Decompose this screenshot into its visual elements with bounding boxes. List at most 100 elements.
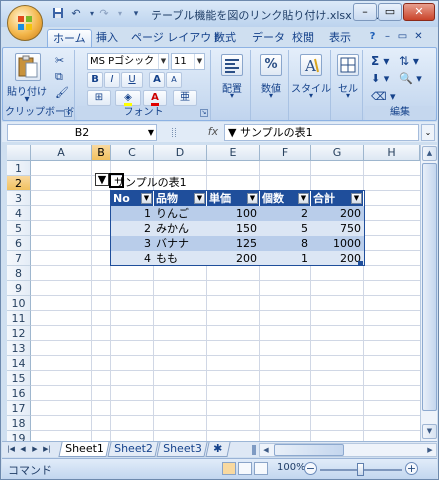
insert-sheet-button[interactable]: ✱ <box>205 442 231 457</box>
redo-icon[interactable]: ↷ <box>97 7 111 21</box>
column-header[interactable]: D <box>154 145 207 161</box>
next-sheet-icon[interactable]: ▶ <box>30 444 40 455</box>
column-header[interactable]: H <box>364 145 420 161</box>
sheet-tab-sheet3[interactable]: Sheet3 <box>156 442 208 457</box>
close-button[interactable]: ✕ <box>403 3 435 21</box>
customize-qat-icon[interactable]: ▾ <box>129 7 143 21</box>
help-icon[interactable]: ? <box>367 31 378 43</box>
column-header[interactable]: A <box>31 145 92 161</box>
number-format-icon[interactable]: % <box>260 54 282 76</box>
sheet-tab-sheet1[interactable]: Sheet1 <box>58 442 110 457</box>
horizontal-scrollbar[interactable]: ◀ ▶ <box>259 443 437 457</box>
alignment-icon[interactable] <box>221 54 243 76</box>
column-header[interactable]: F <box>260 145 311 161</box>
page-layout-view-icon[interactable] <box>238 462 252 475</box>
formula-input[interactable]: ▼ サンプルの表1 <box>224 124 419 141</box>
find-select-icon[interactable]: 🔍 ▾ <box>399 72 422 85</box>
row-header[interactable]: 15 <box>7 371 31 386</box>
tab-home[interactable]: ホーム <box>47 29 92 47</box>
row-header[interactable]: 11 <box>7 311 31 326</box>
workbook-minimize-button[interactable]: – <box>382 31 393 43</box>
scroll-down-icon[interactable]: ▼ <box>422 424 437 439</box>
cut-icon[interactable]: ✂ <box>55 54 64 67</box>
row-header[interactable]: 13 <box>7 341 31 356</box>
tab-insert[interactable]: 挿入 <box>91 29 123 47</box>
splitter-handle[interactable] <box>172 128 176 137</box>
row-header[interactable]: 14 <box>7 356 31 371</box>
paste-dropdown-icon[interactable]: ▾ <box>15 94 39 105</box>
column-header[interactable]: E <box>207 145 260 161</box>
row-header[interactable]: 17 <box>7 401 31 416</box>
tab-formulas[interactable]: 数式 <box>209 29 241 47</box>
cells-icon[interactable] <box>337 54 359 76</box>
bold-button[interactable]: B <box>87 72 103 88</box>
row-header[interactable]: 16 <box>7 386 31 401</box>
chevron-down-icon[interactable]: ▾ <box>333 91 363 100</box>
insert-function-button[interactable]: fx <box>205 124 221 141</box>
tab-review[interactable]: 校閲 <box>287 29 319 47</box>
workbook-restore-button[interactable]: ▭ <box>397 31 408 43</box>
save-icon[interactable] <box>51 7 65 21</box>
row-header[interactable]: 4 <box>7 206 31 221</box>
grow-font-button[interactable]: A <box>149 72 165 88</box>
sheet-tab-sheet2[interactable]: Sheet2 <box>107 442 159 457</box>
chevron-down-icon[interactable]: ▼ <box>148 125 154 140</box>
column-header[interactable]: G <box>311 145 364 161</box>
dropdown-marker-icon[interactable]: ▼ <box>95 173 109 186</box>
tab-split-handle[interactable] <box>252 445 256 455</box>
row-header[interactable]: 7 <box>7 251 31 266</box>
sort-filter-icon[interactable]: ⇅ ▾ <box>399 54 419 68</box>
undo-icon[interactable]: ↶ <box>69 7 83 21</box>
phonetic-button[interactable]: 亜 <box>173 90 197 106</box>
row-header[interactable]: 19 <box>7 431 31 441</box>
zoom-in-button[interactable]: + <box>405 462 418 475</box>
scroll-left-icon[interactable]: ◀ <box>260 444 272 456</box>
font-launcher-icon[interactable]: ↘ <box>200 109 208 117</box>
tab-data[interactable]: データ <box>247 29 290 47</box>
paste-icon[interactable] <box>15 53 41 81</box>
row-header[interactable]: 8 <box>7 266 31 281</box>
name-box[interactable]: B2 ▼ <box>7 124 157 141</box>
chevron-down-icon[interactable]: ▾ <box>213 91 251 100</box>
format-painter-icon[interactable]: 🖌 <box>55 86 69 99</box>
fill-color-icon[interactable]: ◈ <box>115 90 141 106</box>
horizontal-scroll-thumb[interactable] <box>274 444 344 456</box>
column-header-selected[interactable]: B <box>92 145 111 161</box>
font-size-combo[interactable]: 11 ▼ <box>171 53 205 70</box>
zoom-slider-thumb[interactable] <box>357 463 364 476</box>
row-header[interactable]: 12 <box>7 326 31 341</box>
tab-view[interactable]: 表示 <box>324 29 356 47</box>
copy-icon[interactable]: ⧉ <box>55 70 63 84</box>
minimize-button[interactable]: – <box>353 3 377 21</box>
underline-button[interactable]: U <box>121 72 143 88</box>
chevron-down-icon[interactable]: ▼ <box>158 54 168 69</box>
restore-button[interactable]: ▭ <box>378 3 402 21</box>
table-resize-handle[interactable] <box>358 261 363 266</box>
autosum-icon[interactable]: Σ ▾ <box>371 54 389 68</box>
row-header[interactable]: 10 <box>7 296 31 311</box>
borders-icon[interactable]: ⊞ <box>87 90 111 106</box>
font-color-button[interactable]: A <box>143 90 167 106</box>
zoom-out-button[interactable]: − <box>304 462 317 475</box>
scroll-up-icon[interactable]: ▲ <box>422 146 437 161</box>
last-sheet-icon[interactable]: ▶| <box>42 444 52 455</box>
chevron-down-icon[interactable]: ▾ <box>253 91 289 100</box>
redo-dropdown-icon[interactable]: ▾ <box>113 7 127 21</box>
normal-view-icon[interactable] <box>222 462 236 475</box>
shrink-font-button[interactable]: A <box>166 72 182 88</box>
vertical-scroll-thumb[interactable] <box>422 163 437 411</box>
page-break-view-icon[interactable] <box>254 462 268 475</box>
expand-formula-bar-icon[interactable]: ⌄ <box>421 124 435 141</box>
first-sheet-icon[interactable]: |◀ <box>6 444 16 455</box>
italic-button[interactable]: I <box>104 72 120 88</box>
row-header[interactable]: 6 <box>7 236 31 251</box>
prev-sheet-icon[interactable]: ◀ <box>18 444 28 455</box>
zoom-level[interactable]: 100% <box>277 462 306 473</box>
font-name-combo[interactable]: MS Pゴシック ▼ <box>87 53 169 70</box>
clear-icon[interactable]: ⌫ ▾ <box>371 90 396 103</box>
row-header[interactable]: 3 <box>7 191 31 206</box>
row-header-selected[interactable]: 2 <box>7 176 31 191</box>
select-all-corner[interactable] <box>7 145 31 161</box>
worksheet-grid[interactable]: A B C D E F G H 1 2 3 4 5 6 7 8 9 10 11 12 13 14 15 16 1… <box>7 145 420 441</box>
row-header[interactable]: 1 <box>7 161 31 176</box>
